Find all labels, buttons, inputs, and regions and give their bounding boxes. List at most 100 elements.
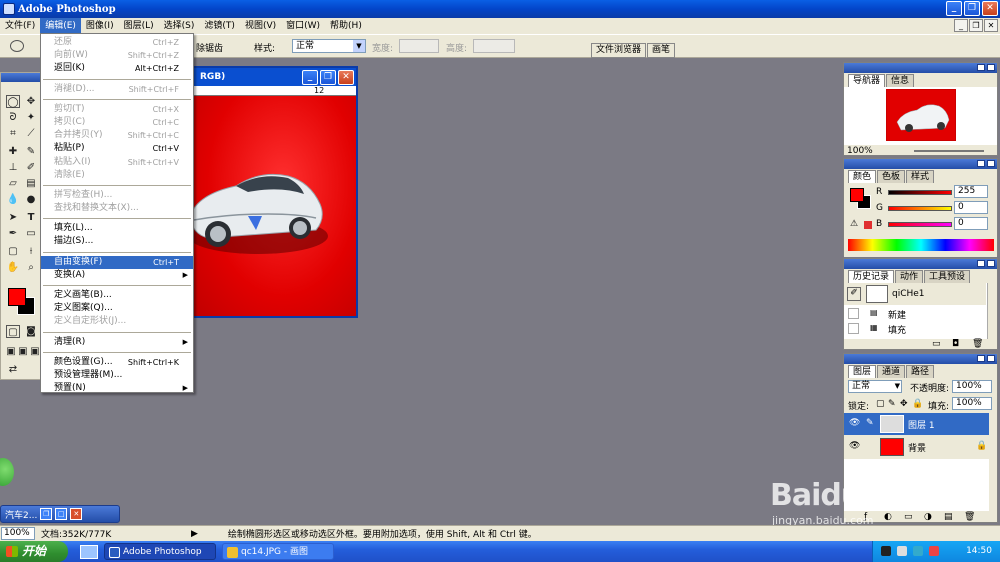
menu-item[interactable]: 颜色设置(G)... Shift+Ctrl+K [41, 356, 193, 369]
b-value-input[interactable]: 0 [954, 217, 988, 230]
brush-tool-icon[interactable]: ✎ [24, 145, 38, 158]
doc-size-info[interactable]: 文档:352K/777K [41, 527, 191, 540]
history-brush-icon[interactable]: ✐ [24, 161, 38, 174]
tab-history[interactable]: 历史记录 [848, 270, 895, 283]
history-item[interactable]: ▤ 新建 [844, 307, 986, 321]
menu-select[interactable]: 选择(S) [159, 18, 200, 34]
panel-minimize-icon[interactable] [977, 260, 985, 267]
panel-close-icon[interactable] [987, 260, 995, 267]
tab-navigator[interactable]: 导航器 [848, 74, 886, 87]
foreground-color-swatch[interactable] [8, 288, 26, 306]
doc-minimize-icon[interactable]: _ [302, 70, 318, 85]
panel-minimize-icon[interactable] [977, 355, 985, 362]
tab-channels[interactable]: 通道 [877, 365, 906, 378]
tray-network-icon[interactable] [897, 546, 907, 556]
layer-row-selected[interactable]: 👁 ✎ 图层 1 [844, 413, 989, 435]
color-spectrum-bar[interactable] [848, 239, 994, 251]
start-button[interactable]: 开始 [0, 541, 68, 562]
doc-restore-button[interactable]: ❐ [969, 19, 983, 32]
minimized-document-window[interactable]: 汽车2... ❐ □ ✕ [0, 505, 120, 523]
menu-item[interactable]: 变换(A) ▶ [41, 269, 193, 282]
show-desktop-icon[interactable] [80, 544, 98, 559]
navigator-zoom-slider[interactable] [914, 150, 984, 152]
menu-item[interactable]: 填充(L)... [41, 222, 193, 235]
dodge-tool-icon[interactable]: ● [24, 193, 38, 206]
brush-link-icon[interactable]: ✎ [866, 418, 874, 428]
trash-icon[interactable]: 🗑 [972, 339, 983, 349]
doc-maximize-icon[interactable]: ❐ [320, 70, 336, 85]
menu-image[interactable]: 图像(I) [81, 18, 119, 34]
blur-tool-icon[interactable]: 💧 [6, 193, 20, 206]
maximize-button[interactable]: ❐ [964, 1, 980, 16]
menu-layer[interactable]: 图层(L) [119, 18, 159, 34]
adjustment-layer-icon[interactable]: ◑ [924, 512, 932, 522]
panel-minimize-icon[interactable] [977, 64, 985, 71]
menu-item[interactable]: 描边(S)... [41, 235, 193, 248]
taskbar-paint-button[interactable]: qc14.JPG - 画图 [222, 543, 334, 560]
maximize-icon[interactable]: □ [55, 508, 68, 520]
lock-image-icon[interactable]: ✎ [888, 399, 896, 409]
floating-green-badge-icon[interactable] [0, 458, 14, 486]
menu-file[interactable]: 文件(F) [0, 18, 40, 34]
menu-filter[interactable]: 滤镜(T) [199, 18, 240, 34]
history-scrollbar[interactable] [987, 283, 997, 339]
image-canvas[interactable] [188, 96, 356, 316]
clone-stamp-icon[interactable]: ⊥ [6, 161, 20, 174]
navigator-zoom-value[interactable]: 100% [847, 146, 873, 156]
panel-close-icon[interactable] [987, 160, 995, 167]
lasso-tool-icon[interactable]: ᘐ [6, 111, 20, 124]
g-slider[interactable] [888, 206, 952, 211]
height-input[interactable] [473, 39, 515, 53]
menu-view[interactable]: 视图(V) [240, 18, 281, 34]
zoom-tool-icon[interactable]: ⌕ [24, 261, 38, 274]
tab-styles[interactable]: 样式 [906, 170, 935, 183]
width-input[interactable] [399, 39, 439, 53]
menu-item[interactable]: 预置(N) ▶ [41, 382, 193, 395]
tab-layers[interactable]: 图层 [848, 365, 877, 378]
panel-close-icon[interactable] [987, 64, 995, 71]
menu-item[interactable]: 清理(R) ▶ [41, 336, 193, 349]
jump-to-imageready-icon[interactable]: ⇄ [6, 363, 20, 376]
zoom-input[interactable]: 100% [1, 527, 35, 540]
gradient-tool-icon[interactable]: ▤ [24, 177, 38, 190]
tray-app-icon[interactable] [881, 546, 891, 556]
r-slider[interactable] [888, 190, 952, 195]
doc-minimize-button[interactable]: _ [954, 19, 968, 32]
tab-actions[interactable]: 动作 [895, 270, 924, 283]
r-value-input[interactable]: 255 [954, 185, 988, 198]
color-fg-swatch[interactable] [850, 188, 864, 202]
tab-color[interactable]: 颜色 [848, 170, 877, 183]
move-tool-icon[interactable]: ✥ [24, 95, 38, 108]
brushes-tab[interactable]: 画笔 [647, 43, 676, 58]
gamut-color-chip[interactable] [864, 221, 872, 229]
lock-all-icon[interactable]: 🔒 [912, 399, 923, 409]
eyedropper-icon[interactable]: ⟊ [24, 245, 38, 258]
menu-edit[interactable]: 编辑(E) [40, 18, 81, 34]
camera-icon[interactable]: ◘ [952, 339, 959, 349]
fill-input[interactable]: 100% [952, 397, 992, 410]
slice-tool-icon[interactable]: ⟋ [24, 127, 38, 140]
lock-transparency-icon[interactable]: ▢ [876, 399, 885, 409]
new-layer-icon[interactable]: ▤ [944, 512, 953, 522]
tab-info[interactable]: 信息 [886, 74, 915, 87]
magic-wand-icon[interactable]: ✦ [24, 111, 38, 124]
crop-tool-icon[interactable]: ⌗ [6, 127, 20, 140]
notes-tool-icon[interactable]: ▢ [6, 245, 20, 258]
g-value-input[interactable]: 0 [954, 201, 988, 214]
menu-item-free-transform[interactable]: 自由变换(F) Ctrl+T [41, 255, 193, 269]
doc-close-icon[interactable]: ✕ [338, 70, 354, 85]
close-icon[interactable]: ✕ [70, 508, 83, 520]
file-browser-tab[interactable]: 文件浏览器 [591, 43, 647, 58]
healing-brush-icon[interactable]: ✚ [6, 145, 20, 158]
status-arrow-icon[interactable]: ▶ [191, 529, 198, 539]
panel-minimize-icon[interactable] [977, 160, 985, 167]
tab-tool-presets[interactable]: 工具预设 [924, 270, 971, 283]
eye-visibility-icon[interactable]: 👁 [849, 418, 860, 428]
shape-tool-icon[interactable]: ▭ [24, 227, 38, 240]
antialias-label[interactable]: 除锯齿 [196, 41, 223, 54]
history-item[interactable]: ▦ 填充 [844, 322, 986, 336]
menu-item[interactable]: 预设管理器(M)... [41, 369, 193, 382]
menu-item[interactable]: 返回(K) Alt+Ctrl+Z [41, 62, 193, 75]
doc-close-button[interactable]: ✕ [984, 19, 998, 32]
b-slider[interactable] [888, 222, 952, 227]
